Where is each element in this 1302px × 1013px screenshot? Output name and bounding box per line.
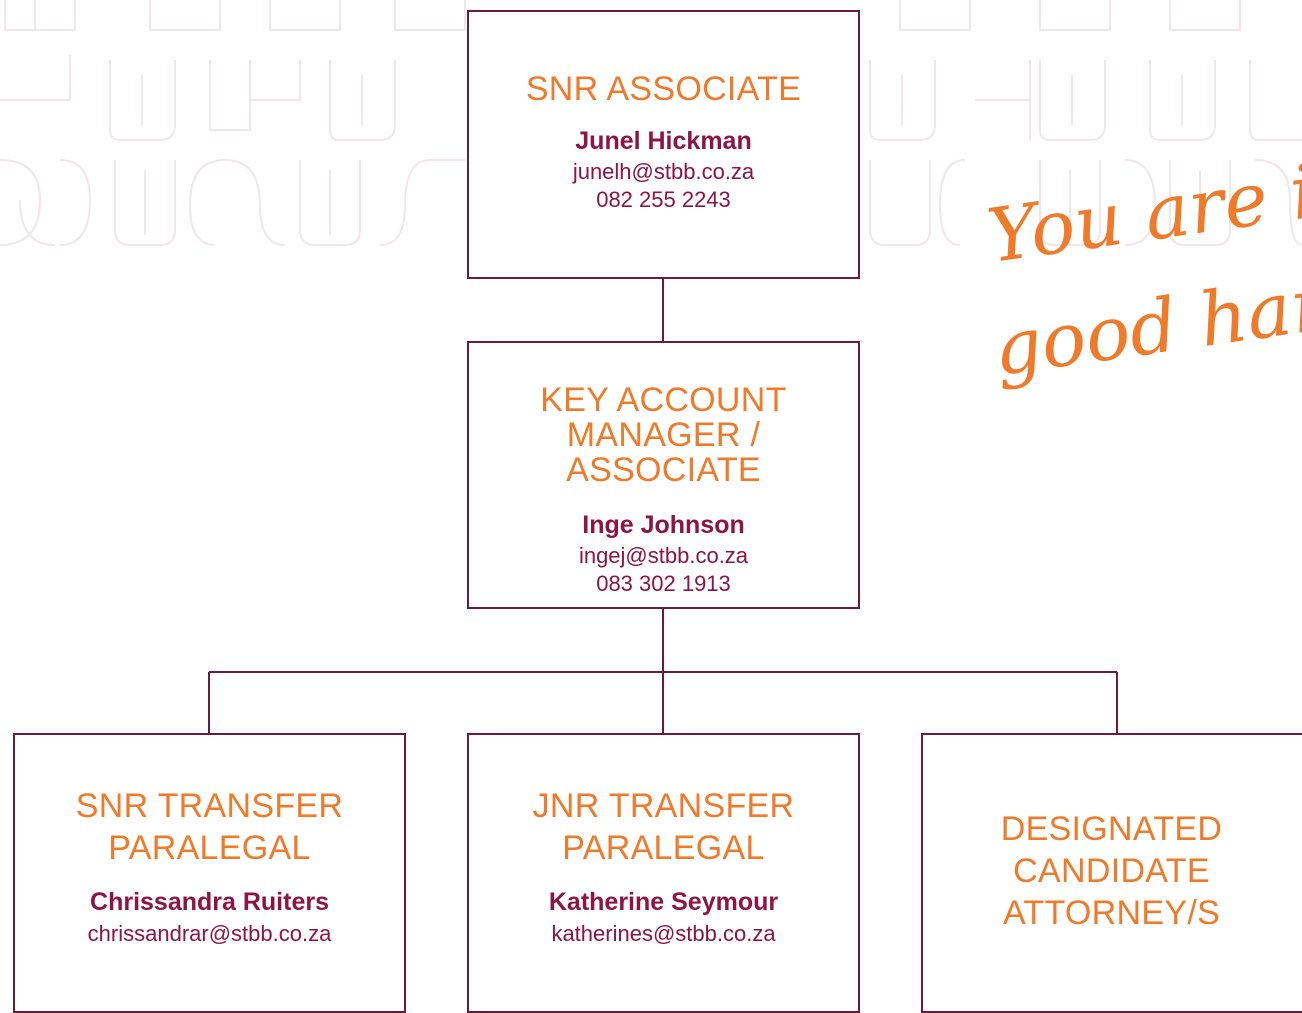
node-snr-associate: SNR ASSOCIATE Junel Hickman junelh@stbb.… (467, 10, 860, 279)
node-role: SNR ASSOCIATE (525, 70, 802, 108)
node-name: Katherine Seymour (548, 888, 779, 916)
node-phone: 082 255 2243 (596, 187, 731, 212)
node-phone: 083 302 1913 (596, 571, 731, 596)
node-role: DESIGNATED CANDIDATE ATTORNEY/S (1000, 810, 1223, 932)
node-email[interactable]: ingej@stbb.co.za (469, 542, 858, 570)
node-role: JNR TRANSFER PARALEGAL (532, 787, 795, 867)
node-designated-candidate-attorney: DESIGNATED CANDIDATE ATTORNEY/S (921, 733, 1302, 1013)
node-snr-transfer-paralegal: SNR TRANSFER PARALEGAL Chrissandra Ruite… (13, 733, 406, 1013)
node-email[interactable]: chrissandrar@stbb.co.za (15, 920, 404, 948)
node-name: Inge Johnson (582, 511, 745, 539)
node-name: Chrissandra Ruiters (90, 888, 329, 916)
node-jnr-transfer-paralegal: JNR TRANSFER PARALEGAL Katherine Seymour… (467, 733, 860, 1013)
node-key-account-manager: KEY ACCOUNT MANAGER / ASSOCIATE Inge Joh… (467, 341, 860, 609)
node-name: Junel Hickman (575, 127, 752, 155)
node-role: SNR TRANSFER PARALEGAL (75, 787, 344, 867)
node-role: KEY ACCOUNT MANAGER / ASSOCIATE (540, 381, 787, 489)
node-email[interactable]: katherines@stbb.co.za (469, 920, 858, 948)
node-email[interactable]: junelh@stbb.co.za (469, 158, 858, 186)
